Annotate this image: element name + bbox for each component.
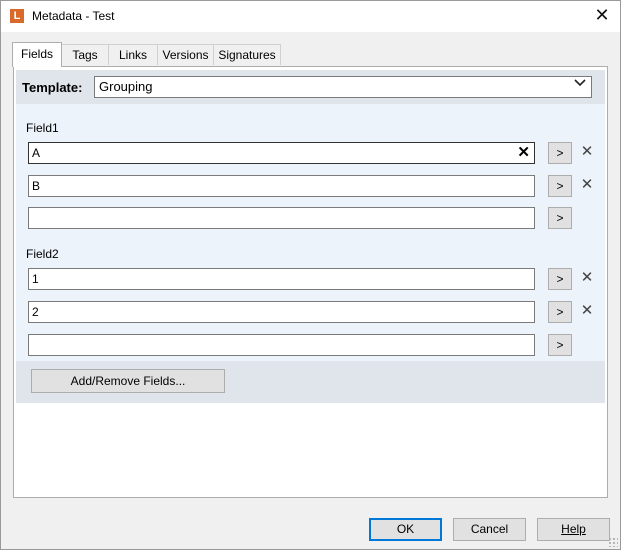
field1-arrow-button-1[interactable]: > [548, 142, 572, 164]
cancel-button[interactable]: Cancel [453, 518, 526, 541]
field1-input-2[interactable]: B [28, 175, 535, 197]
field2-arrow-button-3[interactable]: > [548, 334, 572, 356]
template-label: Template: [22, 80, 83, 95]
add-remove-fields-button[interactable]: Add/Remove Fields... [31, 369, 225, 393]
template-bar: Template: Grouping [16, 70, 605, 104]
field1-arrow-button-3[interactable]: > [548, 207, 572, 229]
field2-arrow-button-1[interactable]: > [548, 268, 572, 290]
help-button-label: Help [561, 522, 586, 536]
group-label-field2: Field2 [26, 247, 59, 261]
ok-button[interactable]: OK [369, 518, 442, 541]
field1-arrow-button-2[interactable]: > [548, 175, 572, 197]
window-title: Metadata - Test [32, 9, 115, 23]
field2-remove-icon-1[interactable]: ✕ [580, 268, 594, 288]
field-value: 2 [32, 305, 39, 319]
resize-grip[interactable] [608, 537, 618, 547]
field1-input-3[interactable] [28, 207, 535, 229]
tab-tags[interactable]: Tags [61, 44, 109, 65]
fields-panel: Template: Grouping Field1 A ✕ > ✕ B > ✕ [13, 66, 608, 498]
field-value: A [32, 146, 41, 160]
field2-arrow-button-2[interactable]: > [548, 301, 572, 323]
group-label-field1: Field1 [26, 121, 59, 135]
field2-remove-icon-2[interactable]: ✕ [580, 301, 594, 321]
template-select[interactable]: Grouping [94, 76, 592, 98]
title-bar: L Metadata - Test ✕ [1, 1, 620, 32]
field2-input-2[interactable]: 2 [28, 301, 535, 323]
field1-input-1[interactable]: A ✕ [28, 142, 535, 164]
field1-remove-icon-2[interactable]: ✕ [580, 175, 594, 195]
field-value: B [32, 179, 41, 193]
tab-signatures[interactable]: Signatures [213, 44, 281, 65]
chevron-down-icon [573, 76, 587, 96]
fields-area: Field1 A ✕ > ✕ B > ✕ > Field2 1 > ✕ 2 > … [16, 104, 605, 361]
tab-fields[interactable]: Fields [12, 42, 62, 67]
clear-icon[interactable]: ✕ [517, 143, 530, 163]
tab-versions[interactable]: Versions [157, 44, 214, 65]
metadata-dialog: L Metadata - Test ✕ Fields Tags Links Ve… [0, 0, 621, 550]
help-button[interactable]: Help [537, 518, 610, 541]
app-icon: L [10, 9, 24, 23]
field2-input-3[interactable] [28, 334, 535, 356]
tab-links[interactable]: Links [108, 44, 158, 65]
add-remove-bar: Add/Remove Fields... [16, 361, 605, 403]
close-icon[interactable]: ✕ [592, 5, 612, 25]
field2-input-1[interactable]: 1 [28, 268, 535, 290]
field-value: 1 [32, 272, 39, 286]
field1-remove-icon-1[interactable]: ✕ [580, 142, 594, 162]
template-value: Grouping [99, 79, 153, 94]
